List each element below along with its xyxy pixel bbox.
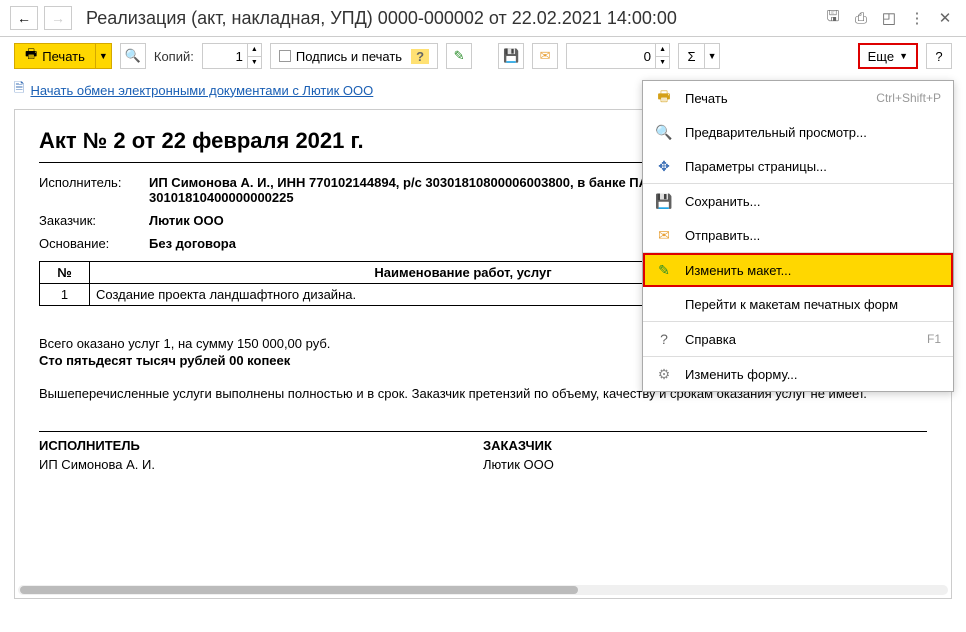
- customer-role: ЗАКАЗЧИК: [483, 431, 927, 453]
- executor-name: ИП Симонова А. И.: [39, 457, 483, 472]
- kebab-icon[interactable]: ⋮: [906, 7, 928, 29]
- sign-and-stamp-button[interactable]: Подпись и печать ?: [270, 43, 438, 69]
- help-button[interactable]: ?: [926, 43, 952, 69]
- customer-name: Лютик ООО: [483, 457, 927, 472]
- menu-edit-layout-label: Изменить макет...: [685, 263, 941, 278]
- basis-label: Основание:: [39, 236, 149, 251]
- executor-label: Исполнитель:: [39, 175, 149, 205]
- document-exchange-icon: 🗎: [14, 79, 24, 101]
- menu-help-label: Справка: [685, 332, 915, 347]
- horizontal-scrollbar[interactable]: [18, 585, 948, 595]
- menu-help-shortcut: F1: [927, 332, 941, 346]
- blank-icon: [655, 295, 673, 313]
- nav-forward-button[interactable]: →: [44, 6, 72, 30]
- executor-signature: ИСПОЛНИТЕЛЬ ИП Симонова А. И.: [39, 431, 483, 472]
- gear-icon: ⚙: [655, 365, 673, 383]
- sigma-icon: Σ: [688, 49, 696, 64]
- menu-page-params[interactable]: ✥ Параметры страницы...: [643, 149, 953, 183]
- menu-goto-layouts[interactable]: Перейти к макетам печатных форм: [643, 287, 953, 321]
- menu-preview[interactable]: 🔍 Предварительный просмотр...: [643, 115, 953, 149]
- floppy-icon: 💾: [655, 192, 673, 210]
- print-dropdown-button[interactable]: ▼: [96, 43, 112, 69]
- sigma-button[interactable]: Σ: [678, 43, 704, 69]
- send-button[interactable]: ✉: [532, 43, 558, 69]
- disk-save-button[interactable]: 💾: [498, 43, 524, 69]
- menu-page-params-label: Параметры страницы...: [685, 159, 941, 174]
- spinner-up-icon[interactable]: ▲: [248, 44, 261, 57]
- copies-label: Копий:: [154, 49, 194, 64]
- magnifier-doc-icon: 🔍: [125, 48, 141, 64]
- checkbox-icon: [279, 50, 291, 62]
- menu-edit-layout[interactable]: ✎ Изменить макет...: [643, 253, 953, 287]
- cell-num: 1: [40, 284, 90, 306]
- edit-pencil-icon: ✎: [655, 261, 673, 279]
- menu-send-label: Отправить...: [685, 228, 941, 243]
- save-icon[interactable]: 🖫: [822, 7, 844, 29]
- menu-preview-label: Предварительный просмотр...: [685, 125, 941, 140]
- copies-input[interactable]: [202, 43, 248, 69]
- printer-icon: 🖶: [25, 45, 37, 67]
- envelope-icon: ✉: [655, 226, 673, 244]
- customer-label: Заказчик:: [39, 213, 149, 228]
- menu-save[interactable]: 💾 Сохранить...: [643, 184, 953, 218]
- nav-back-button[interactable]: ←: [10, 6, 38, 30]
- menu-print[interactable]: 🖶 Печать Ctrl+Shift+P: [643, 81, 953, 115]
- spinner-down-icon[interactable]: ▼: [248, 57, 261, 69]
- floppy-icon: 💾: [503, 48, 519, 64]
- menu-edit-form[interactable]: ⚙ Изменить форму...: [643, 357, 953, 391]
- exchange-link[interactable]: Начать обмен электронными документами с …: [30, 83, 373, 98]
- menu-print-label: Печать: [685, 91, 864, 106]
- move-arrows-icon: ✥: [655, 157, 673, 175]
- page-spinner[interactable]: ▲ ▼: [656, 43, 670, 69]
- print-button-label: Печать: [42, 49, 85, 64]
- edit-pencil-icon: ✎: [454, 48, 465, 64]
- toolbar: 🖶 Печать ▼ 🔍 Копий: ▲ ▼ Подпись и печать…: [0, 37, 966, 75]
- envelope-icon: ✉: [540, 48, 551, 64]
- page-number-input[interactable]: [566, 43, 656, 69]
- printer-icon: 🖶: [655, 89, 673, 107]
- question-icon: ?: [655, 330, 673, 348]
- menu-help[interactable]: ? Справка F1: [643, 322, 953, 356]
- signatures-block: ИСПОЛНИТЕЛЬ ИП Симонова А. И. ЗАКАЗЧИК Л…: [39, 431, 927, 472]
- customer-signature: ЗАКАЗЧИК Лютик ООО: [483, 431, 927, 472]
- copies-spinner[interactable]: ▲ ▼: [248, 43, 262, 69]
- menu-print-shortcut: Ctrl+Shift+P: [876, 91, 941, 105]
- print-header-icon[interactable]: ⎙: [850, 7, 872, 29]
- spinner-up-icon[interactable]: ▲: [656, 44, 669, 57]
- page-title: Реализация (акт, накладная, УПД) 0000-00…: [78, 8, 816, 29]
- menu-send[interactable]: ✉ Отправить...: [643, 218, 953, 252]
- preview-header-icon[interactable]: ◰: [878, 7, 900, 29]
- menu-edit-form-label: Изменить форму...: [685, 367, 941, 382]
- close-icon[interactable]: ✕: [934, 7, 956, 29]
- menu-save-label: Сохранить...: [685, 194, 941, 209]
- menu-goto-layouts-label: Перейти к макетам печатных форм: [685, 297, 941, 312]
- col-num: №: [40, 262, 90, 284]
- more-dropdown-menu: 🖶 Печать Ctrl+Shift+P 🔍 Предварительный …: [642, 80, 954, 392]
- chevron-down-icon: ▼: [899, 51, 908, 61]
- more-button[interactable]: Еще ▼: [858, 43, 918, 69]
- spinner-down-icon[interactable]: ▼: [656, 57, 669, 69]
- executor-role: ИСПОЛНИТЕЛЬ: [39, 431, 483, 453]
- print-button[interactable]: 🖶 Печать: [14, 43, 96, 69]
- header-bar: ← → Реализация (акт, накладная, УПД) 000…: [0, 0, 966, 37]
- sign-label: Подпись и печать: [296, 49, 402, 64]
- preview-button[interactable]: 🔍: [120, 43, 146, 69]
- sigma-dropdown[interactable]: ▼: [704, 43, 720, 69]
- more-label: Еще: [868, 49, 894, 64]
- sign-help-badge: ?: [411, 49, 429, 64]
- magnifier-icon: 🔍: [655, 123, 673, 141]
- edit-button[interactable]: ✎: [446, 43, 472, 69]
